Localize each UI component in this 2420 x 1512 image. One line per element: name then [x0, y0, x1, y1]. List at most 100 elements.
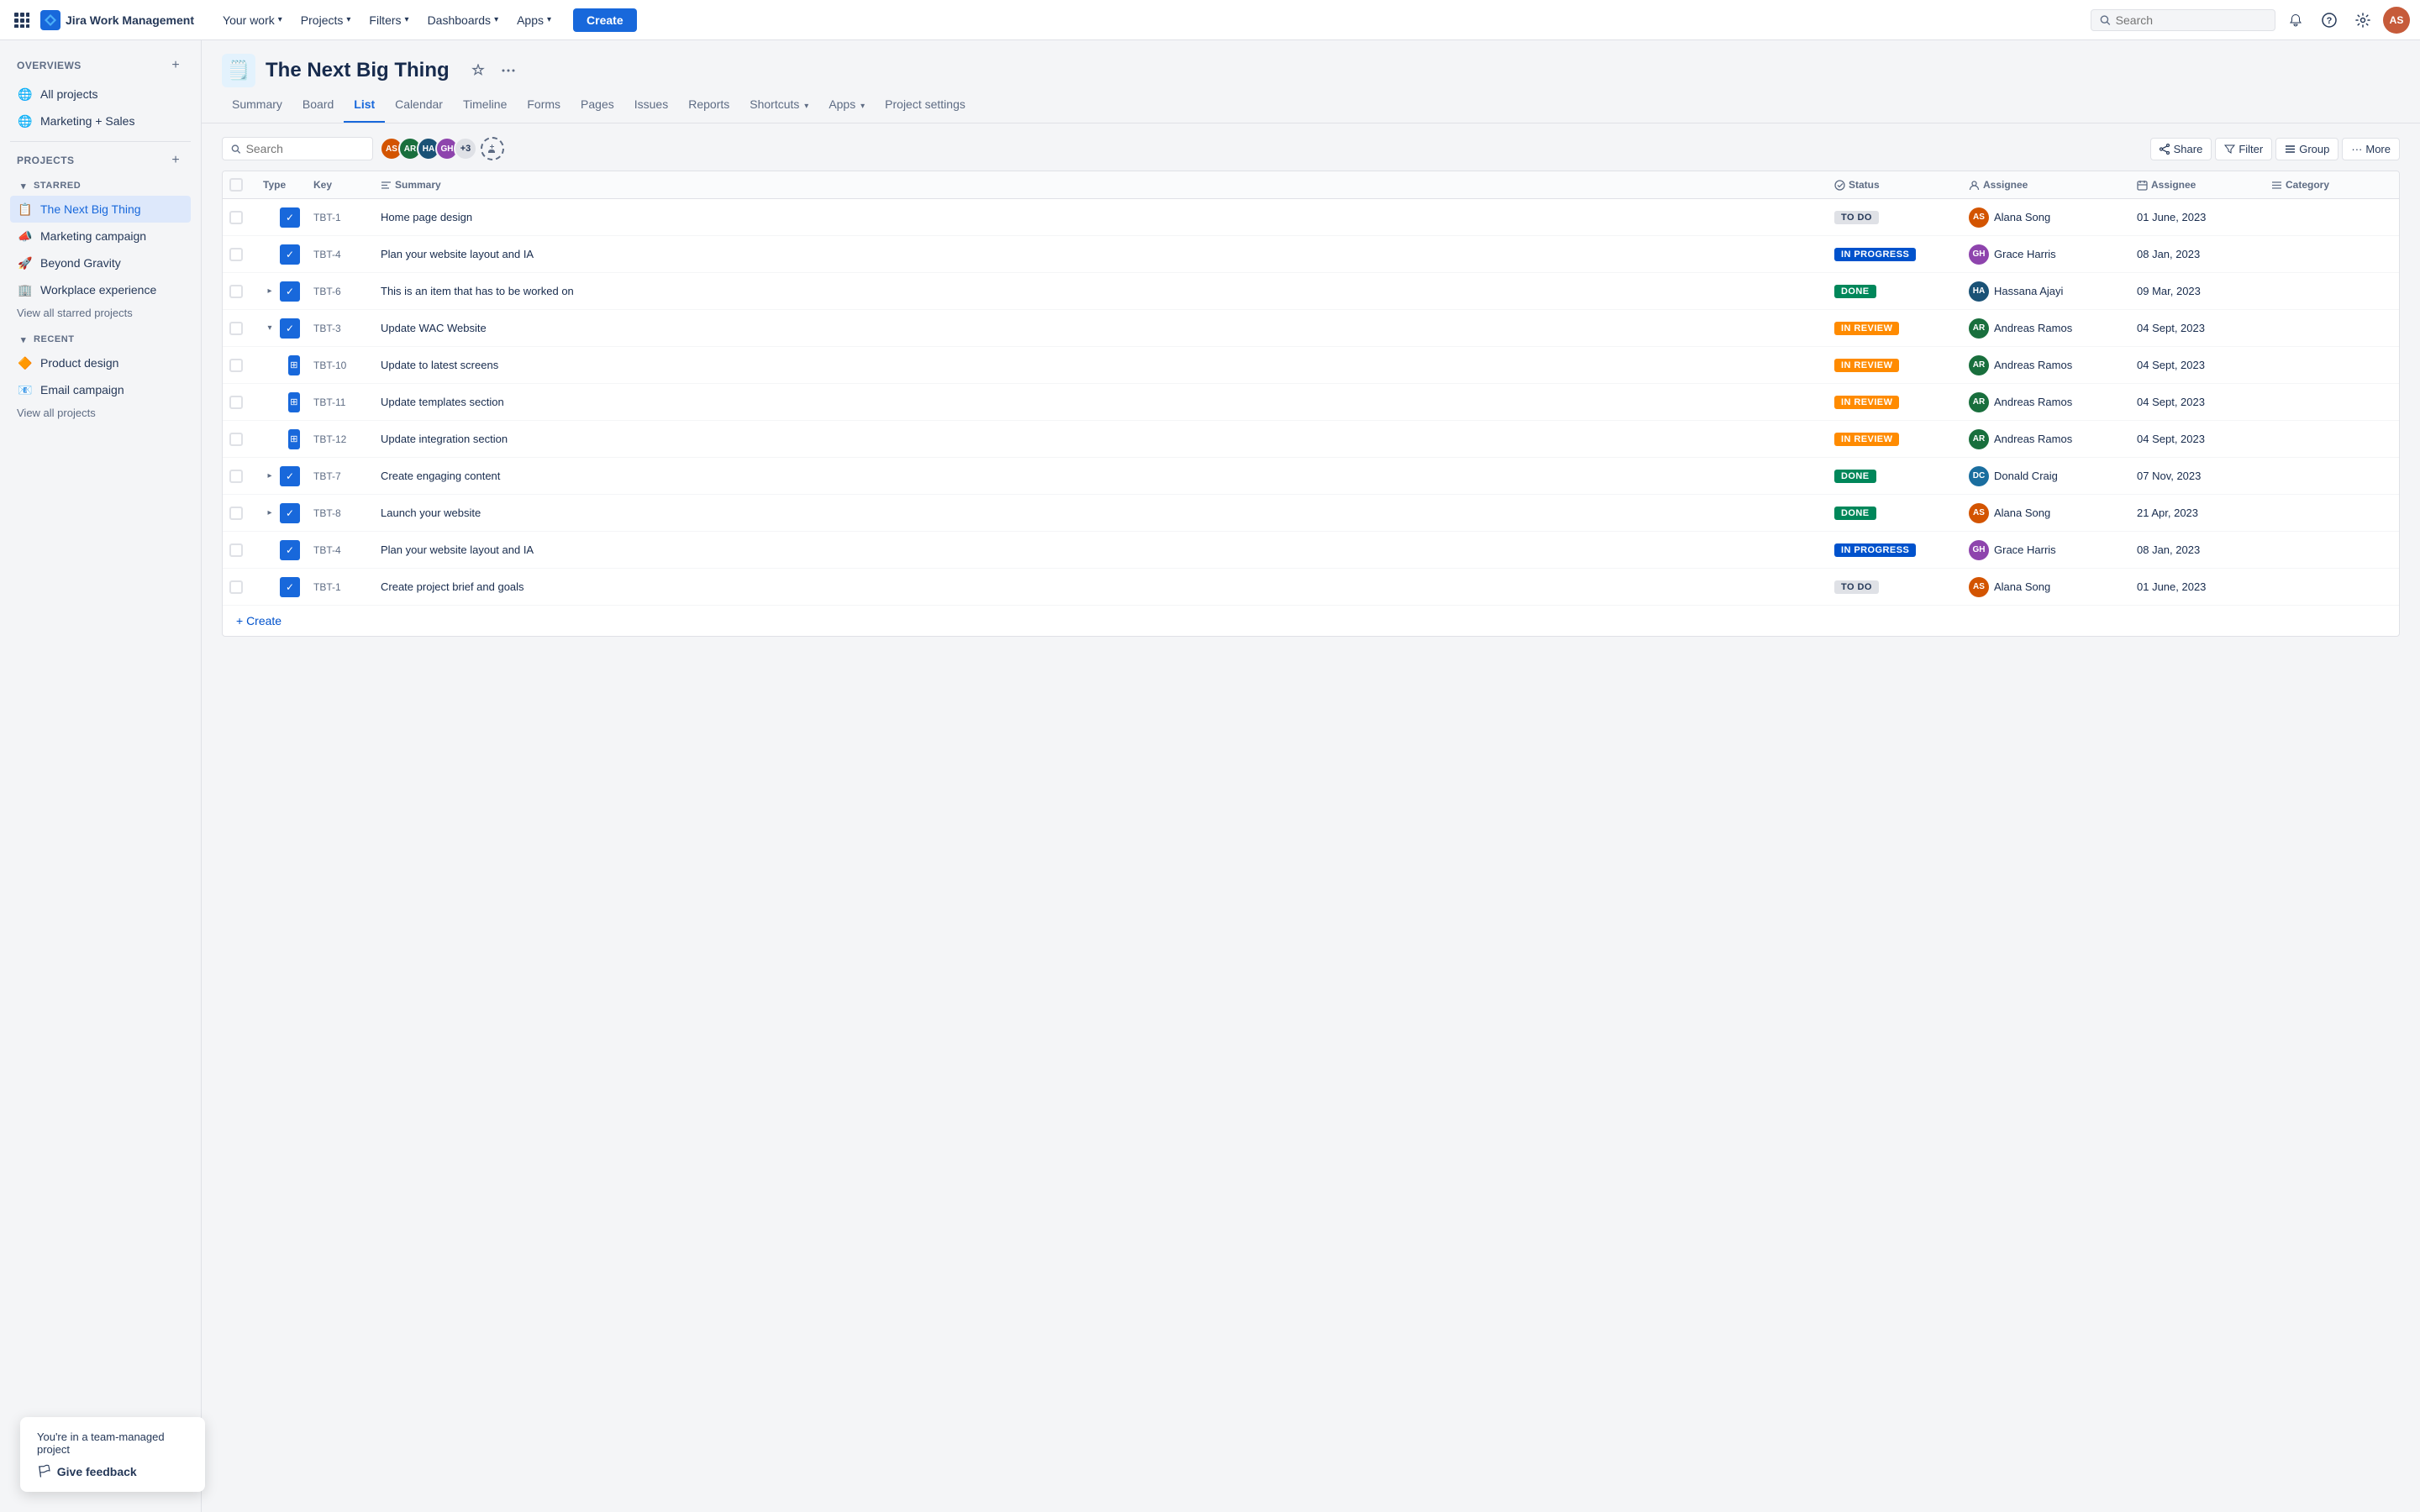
nav-your-work[interactable]: Your work ▾: [214, 8, 291, 32]
nav-apps[interactable]: Apps ▾: [508, 8, 560, 32]
sidebar-item-beyond-gravity[interactable]: 🚀 Beyond Gravity: [10, 249, 191, 276]
expand-icon[interactable]: ▾: [263, 322, 276, 335]
tab-issues[interactable]: Issues: [624, 87, 678, 123]
list-search[interactable]: [222, 137, 373, 160]
cell-summary[interactable]: Update WAC Website: [374, 315, 1828, 341]
table-row: ▸ ✓ TBT-8 Launch your website DONE AS Al…: [223, 495, 2399, 532]
row-checkbox[interactable]: [229, 211, 243, 224]
app-logo[interactable]: Jira Work Management: [40, 10, 194, 30]
tab-list[interactable]: List: [344, 87, 385, 123]
status-badge[interactable]: IN PROGRESS: [1834, 543, 1916, 557]
marketing-campaign-label: Marketing campaign: [40, 229, 146, 243]
status-badge[interactable]: IN PROGRESS: [1834, 248, 1916, 261]
tab-summary[interactable]: Summary: [222, 87, 292, 123]
notifications-button[interactable]: [2282, 7, 2309, 34]
status-badge[interactable]: IN REVIEW: [1834, 396, 1899, 409]
project-header-actions: [466, 59, 520, 82]
cell-summary[interactable]: This is an item that has to be worked on: [374, 278, 1828, 304]
user-avatar[interactable]: AS: [2383, 7, 2410, 34]
row-checkbox[interactable]: [229, 396, 243, 409]
status-badge[interactable]: IN REVIEW: [1834, 359, 1899, 372]
group-button[interactable]: Group: [2275, 138, 2338, 160]
expand-icon[interactable]: ▸: [263, 470, 276, 483]
filter-button[interactable]: Filter: [2215, 138, 2272, 160]
key-text: TBT-3: [313, 323, 341, 334]
cell-summary[interactable]: Plan your website layout and IA: [374, 537, 1828, 563]
summary-text: Create engaging content: [381, 470, 500, 482]
nav-projects[interactable]: Projects ▾: [292, 8, 360, 32]
search-input[interactable]: [2116, 13, 2266, 27]
expand-icon[interactable]: ▸: [263, 507, 276, 520]
sidebar-item-product-design[interactable]: 🔶 Product design: [10, 349, 191, 376]
list-search-input[interactable]: [246, 142, 364, 155]
add-overview-button[interactable]: +: [167, 57, 184, 74]
sidebar-item-workplace-experience[interactable]: 🏢 Workplace experience: [10, 276, 191, 303]
key-text: TBT-4: [313, 249, 341, 260]
tab-board[interactable]: Board: [292, 87, 344, 123]
more-options-icon[interactable]: [497, 59, 520, 82]
cell-summary[interactable]: Update integration section: [374, 426, 1828, 452]
status-badge[interactable]: DONE: [1834, 285, 1876, 298]
sidebar-item-next-big-thing[interactable]: 📋 The Next Big Thing: [10, 196, 191, 223]
row-checkbox[interactable]: [229, 507, 243, 520]
nav-filters[interactable]: Filters ▾: [360, 8, 417, 32]
tab-shortcuts[interactable]: Shortcuts ▾: [739, 87, 818, 123]
cell-summary[interactable]: Update to latest screens: [374, 352, 1828, 378]
status-badge[interactable]: DONE: [1834, 507, 1876, 520]
star-icon[interactable]: [466, 59, 490, 82]
create-task-row[interactable]: + Create: [223, 606, 2399, 636]
share-button[interactable]: Share: [2150, 138, 2212, 160]
assignee-avatar: AS: [1969, 577, 1989, 597]
select-all-checkbox[interactable]: [229, 178, 243, 192]
cell-key: TBT-8: [307, 501, 374, 526]
avatar-count[interactable]: +3: [454, 137, 477, 160]
cell-summary[interactable]: Update templates section: [374, 389, 1828, 415]
row-checkbox[interactable]: [229, 322, 243, 335]
cell-checkbox: [223, 574, 256, 601]
cell-summary[interactable]: Create project brief and goals: [374, 574, 1828, 600]
sidebar-item-marketing-sales[interactable]: 🌐 Marketing + Sales: [10, 108, 191, 134]
row-checkbox[interactable]: [229, 470, 243, 483]
give-feedback-button[interactable]: 🏳 Give feedback: [37, 1464, 188, 1478]
tab-project-settings[interactable]: Project settings: [875, 87, 976, 123]
settings-button[interactable]: [2349, 7, 2376, 34]
tab-pages[interactable]: Pages: [571, 87, 624, 123]
row-checkbox[interactable]: [229, 543, 243, 557]
tab-reports[interactable]: Reports: [678, 87, 739, 123]
cell-summary[interactable]: Home page design: [374, 204, 1828, 230]
status-badge[interactable]: TO DO: [1834, 211, 1879, 224]
tab-apps[interactable]: Apps ▾: [818, 87, 875, 123]
cell-summary[interactable]: Plan your website layout and IA: [374, 241, 1828, 267]
view-all-starred-link[interactable]: View all starred projects: [10, 303, 191, 323]
grid-menu-button[interactable]: [10, 8, 34, 32]
tab-forms[interactable]: Forms: [517, 87, 571, 123]
recent-group[interactable]: RECENT: [10, 329, 191, 349]
row-checkbox[interactable]: [229, 433, 243, 446]
nav-dashboards[interactable]: Dashboards ▾: [419, 8, 508, 32]
starred-group[interactable]: STARRED: [10, 176, 191, 196]
expand-icon[interactable]: ▸: [263, 285, 276, 298]
assignee-avatar: AR: [1969, 429, 1989, 449]
status-badge[interactable]: TO DO: [1834, 580, 1879, 594]
more-button[interactable]: ··· More: [2342, 138, 2400, 160]
sidebar-item-all-projects[interactable]: 🌐 All projects: [10, 81, 191, 108]
row-checkbox[interactable]: [229, 248, 243, 261]
row-checkbox[interactable]: [229, 285, 243, 298]
create-button[interactable]: Create: [573, 8, 637, 32]
add-project-button[interactable]: +: [167, 152, 184, 169]
status-badge[interactable]: IN REVIEW: [1834, 322, 1899, 335]
sidebar-item-marketing-campaign[interactable]: 📣 Marketing campaign: [10, 223, 191, 249]
tab-timeline[interactable]: Timeline: [453, 87, 517, 123]
row-checkbox[interactable]: [229, 580, 243, 594]
row-checkbox[interactable]: [229, 359, 243, 372]
tab-calendar[interactable]: Calendar: [385, 87, 453, 123]
global-search[interactable]: [2091, 9, 2275, 31]
cell-summary[interactable]: Launch your website: [374, 500, 1828, 526]
sidebar-item-email-campaign[interactable]: 📧 Email campaign: [10, 376, 191, 403]
cell-summary[interactable]: Create engaging content: [374, 463, 1828, 489]
help-button[interactable]: ?: [2316, 7, 2343, 34]
status-badge[interactable]: IN REVIEW: [1834, 433, 1899, 446]
add-member-button[interactable]: [481, 137, 504, 160]
status-badge[interactable]: DONE: [1834, 470, 1876, 483]
view-all-projects-link[interactable]: View all projects: [10, 403, 191, 423]
